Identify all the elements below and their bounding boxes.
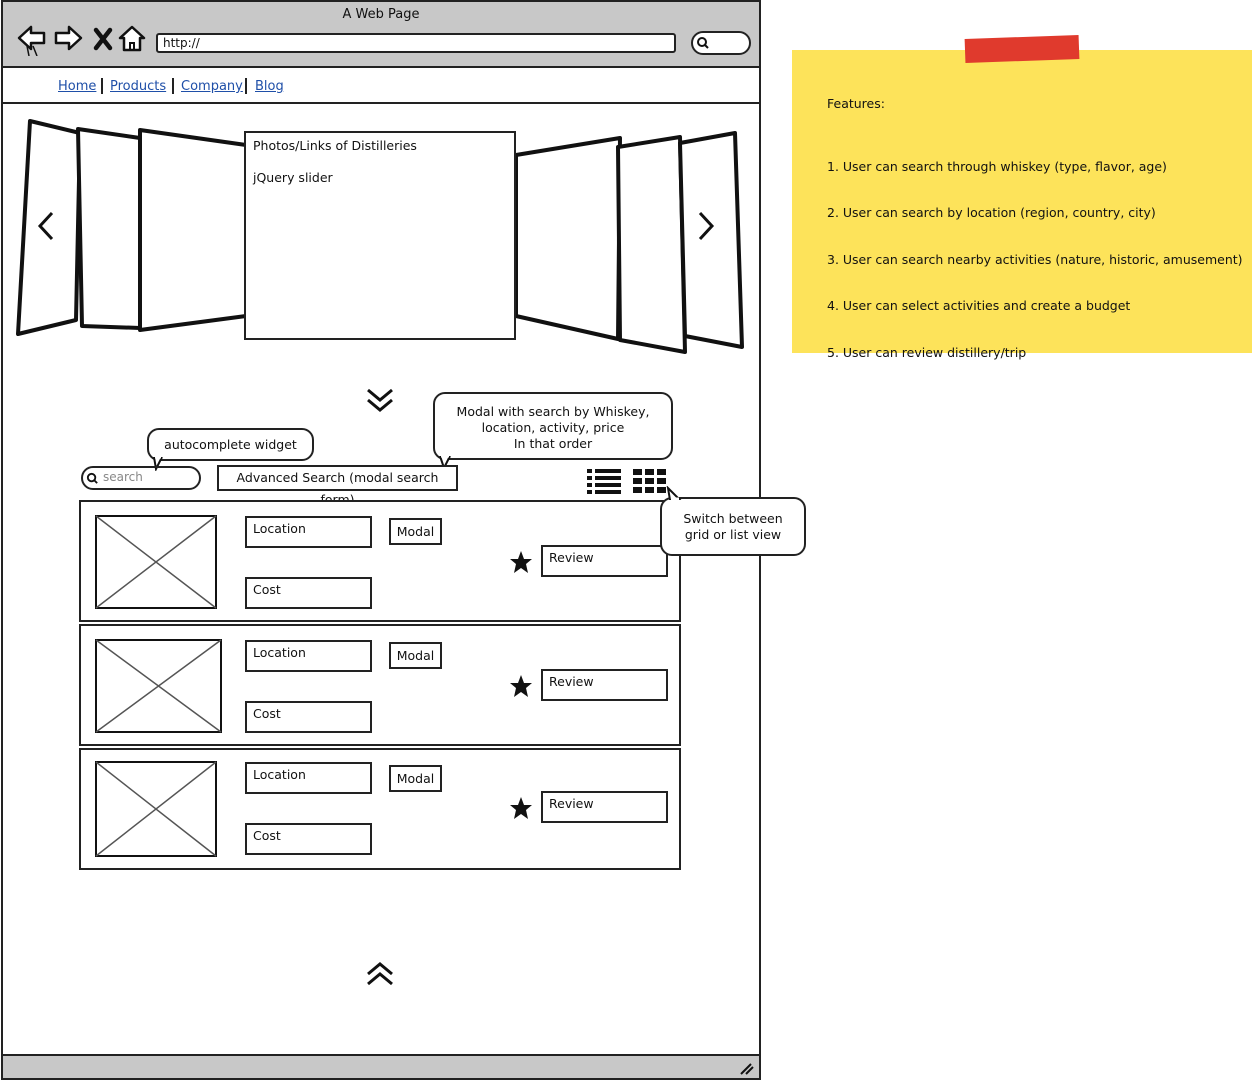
star-icon[interactable] [509,674,533,698]
slider-center-slide[interactable]: Photos/Links of Distilleries jQuery slid… [244,131,516,340]
callout-text: Modal with search by Whiskey, [456,404,650,419]
image-placeholder-icon [95,761,217,857]
slider-next-chevron-icon[interactable] [696,211,716,241]
slider-panel-right-1 [514,136,622,341]
modal-button[interactable]: Modal [389,518,442,545]
browser-statusbar [3,1054,759,1078]
slider-caption: Photos/Links of Distilleries [253,138,417,153]
search-input[interactable]: search [81,466,201,490]
sticky-heading: Features: [827,96,885,111]
scroll-down-chevron-icon[interactable] [364,386,396,416]
callout-text: In that order [513,436,593,451]
search-icon [86,472,98,484]
image-placeholder-icon [95,639,222,733]
review-button[interactable]: Review [541,791,668,823]
feature-item: 5. User can review distillery/trip [827,344,1027,360]
image-placeholder-icon [95,515,217,609]
callout-pointer [666,486,682,500]
advanced-search-button[interactable]: Advanced Search (modal search form) [217,465,458,507]
slider-panel-left-2 [76,127,142,330]
feature-item: 1. User can search through whiskey (type… [827,158,1167,174]
location-field: Location [245,762,372,794]
slider-note: jQuery slider [253,170,333,185]
resize-grip-icon[interactable] [737,1060,755,1076]
callout-modal-search: Modal with search by Whiskey, location, … [433,392,673,460]
slider-panel-left-3 [138,128,248,332]
review-button[interactable]: Review [541,669,668,701]
result-card: Location Cost Modal Review [79,624,681,746]
list-view-icon[interactable] [587,468,621,494]
sticky-note-text: Features: 1. User can search through whi… [827,65,1243,376]
result-card: Location Cost Modal Review [79,500,681,622]
location-field: Location [245,640,372,672]
slider-panel-right-2 [616,135,687,354]
cost-field: Cost [245,823,372,855]
callout-text: location, activity, price [481,420,625,435]
review-button[interactable]: Review [541,545,668,577]
cost-field: Cost [245,577,372,609]
slider-prev-chevron-icon[interactable] [36,211,56,241]
callout-switch-view: Switch between grid or list view [660,497,806,556]
cost-field: Cost [245,701,372,733]
feature-item: 3. User can search nearby activities (na… [827,251,1243,267]
location-field: Location [245,516,372,548]
result-card: Location Cost Modal Review [79,748,681,870]
scroll-up-chevron-icon[interactable] [364,958,396,988]
modal-button[interactable]: Modal [389,642,442,669]
feature-item: 4. User can select activities and create… [827,298,1131,313]
sticky-tape [964,35,1080,63]
grid-view-icon[interactable] [633,468,667,494]
feature-item: 2. User can search by location (region, … [827,205,1156,220]
star-icon[interactable] [509,796,533,820]
star-icon[interactable] [509,550,533,574]
callout-text: grid or list view [684,527,782,542]
callout-text: Switch between [683,511,783,526]
callout-autocomplete: autocomplete widget [147,428,314,461]
modal-button[interactable]: Modal [389,765,442,792]
